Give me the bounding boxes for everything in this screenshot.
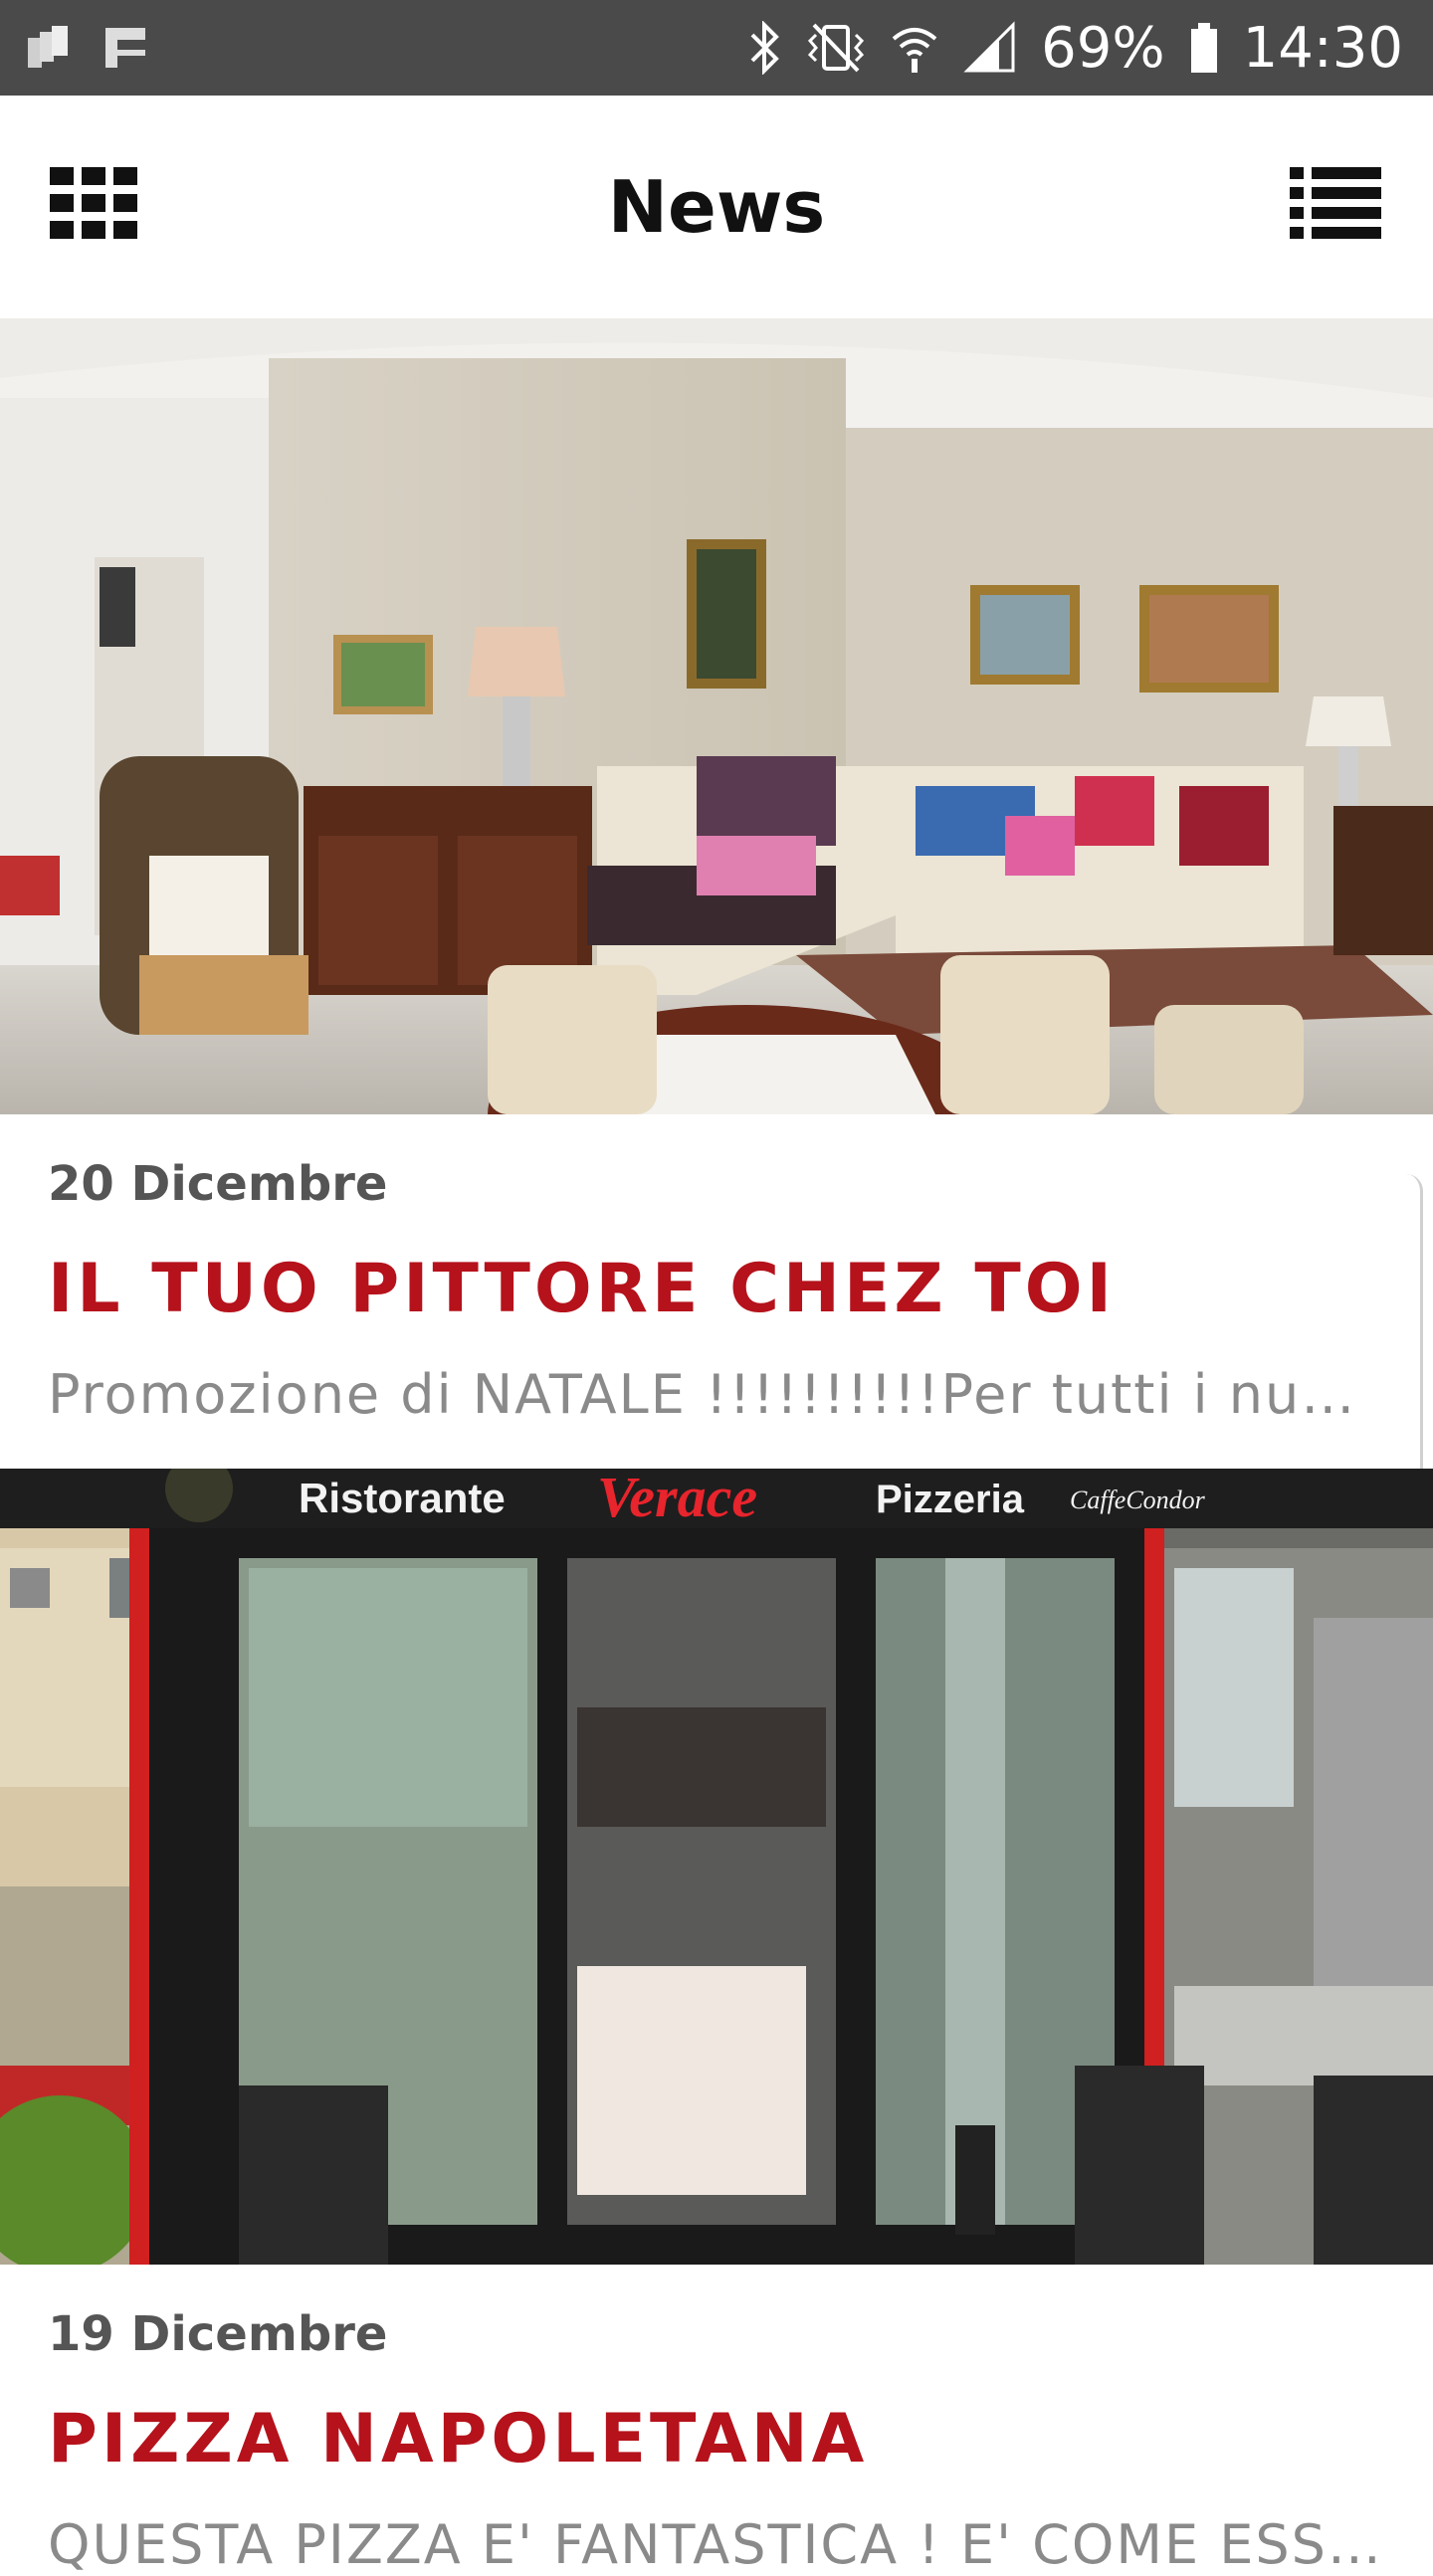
wifi-icon — [892, 28, 937, 73]
status-left — [24, 24, 149, 72]
sim-icon — [28, 26, 68, 68]
status-right: 69% 14:30 — [746, 0, 1403, 96]
living-room-photo — [0, 318, 1433, 1114]
list-view-icon[interactable] — [1290, 167, 1381, 239]
page-title: News — [607, 165, 826, 249]
news-photo — [0, 318, 1433, 1114]
news-photo: Ristorante Verace Pizzeria CaffeCondor — [0, 1469, 1433, 2265]
battery-icon — [1190, 23, 1217, 73]
news-card[interactable]: Ristorante Verace Pizzeria CaffeCondor 1… — [0, 1469, 1433, 2576]
sign-ristorante: Ristorante — [299, 1475, 506, 1521]
bluetooth-icon — [750, 21, 779, 75]
sign-pizzeria: Pizzeria — [876, 1478, 1025, 1521]
sign-verace: Verace — [597, 1469, 757, 1529]
news-excerpt: Promozione di NATALE !!!!!!!!!!Per tutti… — [48, 1363, 1381, 1426]
signal-icon — [963, 21, 1015, 73]
news-date: 19 Dicembre — [48, 2306, 388, 2362]
vibrate-icon — [808, 23, 865, 73]
news-excerpt: QUESTA PIZZA E' FANTASTICA ! E' COME ESS… — [48, 2513, 1381, 2576]
sign-caffecondor: CaffeCondor — [1070, 1486, 1206, 1514]
news-card[interactable]: 20 Dicembre IL TUO PITTORE CHEZ TOI Prom… — [0, 318, 1433, 1731]
news-title[interactable]: PIZZA NAPOLETANA — [48, 2400, 868, 2478]
status-bar: 69% 14:30 — [0, 0, 1433, 96]
notification-icon — [105, 28, 145, 68]
app-header: News — [0, 96, 1433, 318]
pizzeria-photo: Ristorante Verace Pizzeria CaffeCondor — [0, 1469, 1433, 2265]
news-title[interactable]: IL TUO PITTORE CHEZ TOI — [48, 1250, 1116, 1328]
news-date: 20 Dicembre — [48, 1156, 388, 1212]
clock: 14:30 — [1242, 15, 1403, 81]
battery-percent: 69% — [1041, 15, 1165, 81]
